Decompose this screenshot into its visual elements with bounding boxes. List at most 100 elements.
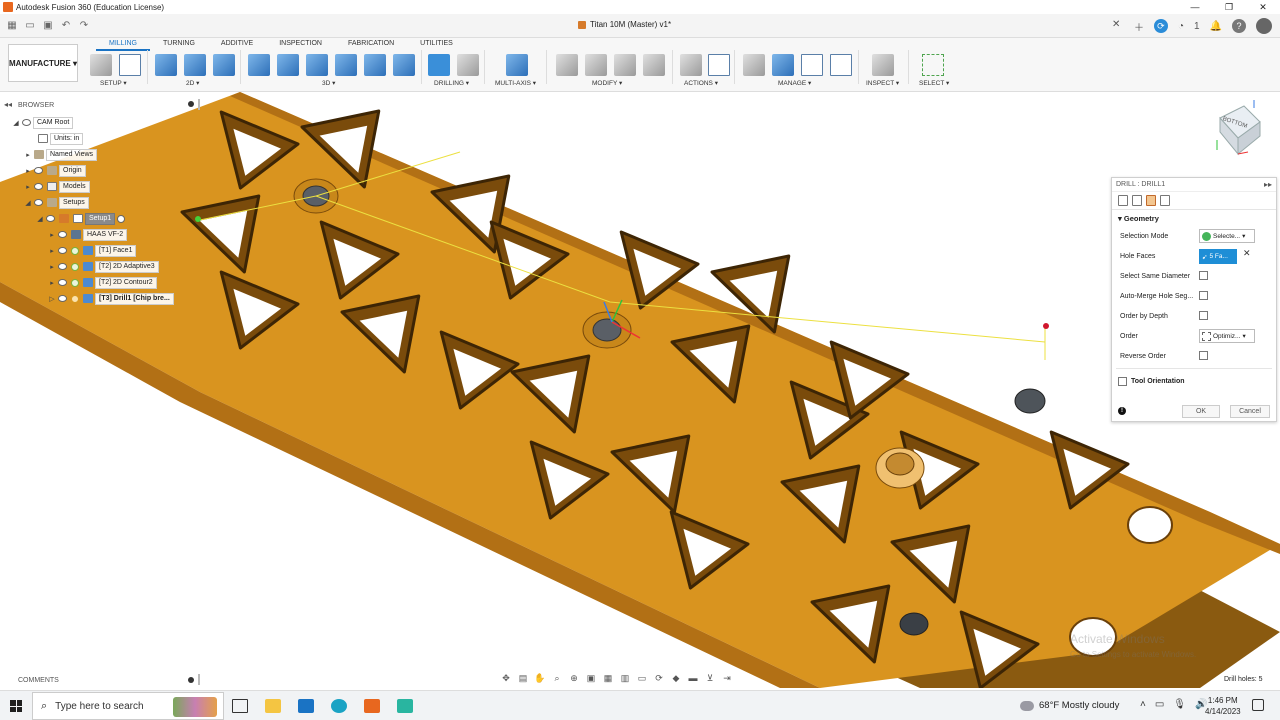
expand-toggle-icon[interactable]: ◢ xyxy=(24,199,32,207)
nc-program-icon[interactable] xyxy=(119,54,141,76)
expand-toggle-icon[interactable]: ◢ xyxy=(36,215,44,223)
orbit-icon[interactable]: ✥ xyxy=(500,673,512,684)
tab-additive[interactable]: ADDITIVE xyxy=(208,40,266,51)
comments-resize-handle[interactable] xyxy=(198,674,200,685)
adaptive-2d-icon[interactable] xyxy=(184,54,206,76)
delete-icon[interactable] xyxy=(585,54,607,76)
reverse-order-checkbox[interactable] xyxy=(1199,351,1208,360)
view-cube[interactable]: BOTTOM xyxy=(1214,100,1264,156)
measure-icon[interactable] xyxy=(643,54,665,76)
new-tab-icon[interactable]: ＋ xyxy=(1134,19,1144,34)
grid-settings-icon[interactable]: ▦ xyxy=(602,673,614,684)
pocket-2d-icon[interactable] xyxy=(213,54,235,76)
select-window-icon[interactable] xyxy=(922,54,944,76)
contour-3d-icon[interactable] xyxy=(335,54,357,76)
cycle-tab-icon[interactable] xyxy=(1160,195,1170,206)
expand-dialog-icon[interactable]: ▸▸ xyxy=(1264,180,1272,189)
grid-menu-icon[interactable]: ▦ xyxy=(6,20,18,32)
pan-icon[interactable]: ✋ xyxy=(534,673,546,684)
undo-icon[interactable]: ↶ xyxy=(60,20,72,32)
canvas-viewport[interactable] xyxy=(0,92,1280,688)
group-actions[interactable]: ACTIONS ▾ xyxy=(684,79,718,87)
group-setup[interactable]: SETUP ▾ xyxy=(100,79,127,87)
group-modify[interactable]: MODIFY ▾ xyxy=(592,79,622,87)
browser-resize-handle[interactable] xyxy=(198,99,200,110)
tab-utilities[interactable]: UTILITIES xyxy=(407,40,466,51)
file-explorer-icon[interactable] xyxy=(265,699,281,713)
heights-tab-icon[interactable] xyxy=(1146,195,1156,206)
post-process-icon[interactable] xyxy=(708,54,730,76)
display-settings-icon[interactable]: ▣ xyxy=(585,673,597,684)
expand-toggle-icon[interactable]: ▷ xyxy=(48,295,56,303)
template-library-icon[interactable] xyxy=(801,54,823,76)
new-folder-icon[interactable] xyxy=(90,54,112,76)
viewports-icon[interactable]: ▥ xyxy=(619,673,631,684)
machine-library-icon[interactable] xyxy=(772,54,794,76)
document-tab[interactable]: Titan 10M (Master) v1* xyxy=(578,20,671,29)
fusion-taskbar-icon[interactable] xyxy=(364,699,380,713)
mic-icon[interactable]: 🎙 xyxy=(1173,699,1186,710)
group-3d[interactable]: 3D ▾ xyxy=(322,79,335,87)
taskbar-search-box[interactable]: ⌕ Type here to search xyxy=(32,692,224,720)
visibility-eye-icon[interactable] xyxy=(34,183,43,190)
expand-toggle-icon[interactable]: ▸ xyxy=(48,247,56,255)
stock-icon[interactable]: ▭ xyxy=(636,673,648,684)
comments-pin-icon[interactable] xyxy=(188,677,194,683)
visibility-eye-icon[interactable] xyxy=(58,231,67,238)
tree-node-named-views[interactable]: ▸ Named Views xyxy=(24,148,98,161)
geometry-tab-icon[interactable] xyxy=(1132,195,1142,206)
visibility-eye-icon[interactable] xyxy=(58,247,67,254)
system-clock[interactable]: 1:46 PM 4/14/2023 xyxy=(1205,695,1241,717)
group-multi-axis[interactable]: MULTI-AXIS ▾ xyxy=(495,79,536,87)
ok-button[interactable]: OK xyxy=(1182,405,1220,418)
tree-node-setup1[interactable]: ◢ Setup1 xyxy=(36,212,127,225)
tray-chevron-icon[interactable]: ˄ xyxy=(1140,699,1146,710)
workspace-switcher[interactable]: MANUFACTURE ▾ xyxy=(8,44,78,82)
weather-widget[interactable]: 68°F Mostly cloudy xyxy=(1020,700,1119,711)
visibility-eye-icon[interactable] xyxy=(46,215,55,222)
tab-turning[interactable]: TURNING xyxy=(150,40,208,51)
tree-node-contour2[interactable]: ▸ [T2] 2D Contour2 xyxy=(48,276,157,289)
same-diameter-checkbox[interactable] xyxy=(1199,271,1208,280)
zoom-window-icon[interactable]: ⊕ xyxy=(568,673,580,684)
comments-panel[interactable]: COMMENTS xyxy=(0,674,204,686)
expand-toggle-icon[interactable]: ▸ xyxy=(48,279,56,287)
face-op-icon[interactable] xyxy=(155,54,177,76)
hole-faces-selector[interactable]: ➹ 5 Fa... xyxy=(1199,249,1237,264)
geometry-section-header[interactable]: ▾ Geometry xyxy=(1112,210,1276,226)
expand-toggle-icon[interactable]: ▸ xyxy=(24,151,32,159)
refresh-icon[interactable]: ⟳ xyxy=(653,673,665,684)
cancel-button[interactable]: Cancel xyxy=(1230,405,1270,418)
tree-node-adaptive3[interactable]: ▸ [T2] 2D Adaptive3 xyxy=(48,260,159,273)
tool-library-icon[interactable] xyxy=(743,54,765,76)
tree-node-face1[interactable]: ▸ [T1] Face1 xyxy=(48,244,137,257)
order-by-depth-checkbox[interactable] xyxy=(1199,311,1208,320)
notifications-icon[interactable]: 🔔 xyxy=(1210,21,1222,32)
order-dropdown[interactable]: Optimiz... ▾ xyxy=(1199,329,1255,343)
minimize-button[interactable]: — xyxy=(1178,0,1212,14)
thread-icon[interactable] xyxy=(457,54,479,76)
screen-recorder-icon[interactable] xyxy=(397,699,413,713)
job-status-icon[interactable]: ◔ xyxy=(1178,21,1184,32)
file-icon[interactable]: ▭ xyxy=(24,20,36,32)
notification-center-icon[interactable] xyxy=(1252,699,1264,711)
close-tab-button[interactable]: ✕ xyxy=(1112,19,1120,30)
mail-icon[interactable] xyxy=(298,699,314,713)
group-select[interactable]: SELECT ▾ xyxy=(919,79,949,87)
simulate-icon[interactable] xyxy=(680,54,702,76)
tool-orientation-checkbox[interactable] xyxy=(1118,376,1127,386)
camera-icon[interactable]: ▬ xyxy=(687,673,699,684)
parallel-icon[interactable] xyxy=(393,54,415,76)
visual-style-icon[interactable]: ◆ xyxy=(670,673,682,684)
drill-icon[interactable] xyxy=(428,54,450,76)
help-icon[interactable]: ? xyxy=(1232,19,1246,33)
tab-milling[interactable]: MILLING xyxy=(96,40,151,51)
expand-toggle-icon[interactable]: ▸ xyxy=(24,183,32,191)
close-window-button[interactable]: ✕ xyxy=(1246,0,1280,14)
group-drilling[interactable]: DRILLING ▾ xyxy=(434,79,469,87)
steep-shallow-icon[interactable] xyxy=(306,54,328,76)
browser-pin-icon[interactable] xyxy=(188,101,194,107)
visibility-eye-icon[interactable] xyxy=(34,199,43,206)
windows-start-icon[interactable] xyxy=(10,700,22,712)
filter-icon[interactable]: ⊻ xyxy=(704,673,716,684)
